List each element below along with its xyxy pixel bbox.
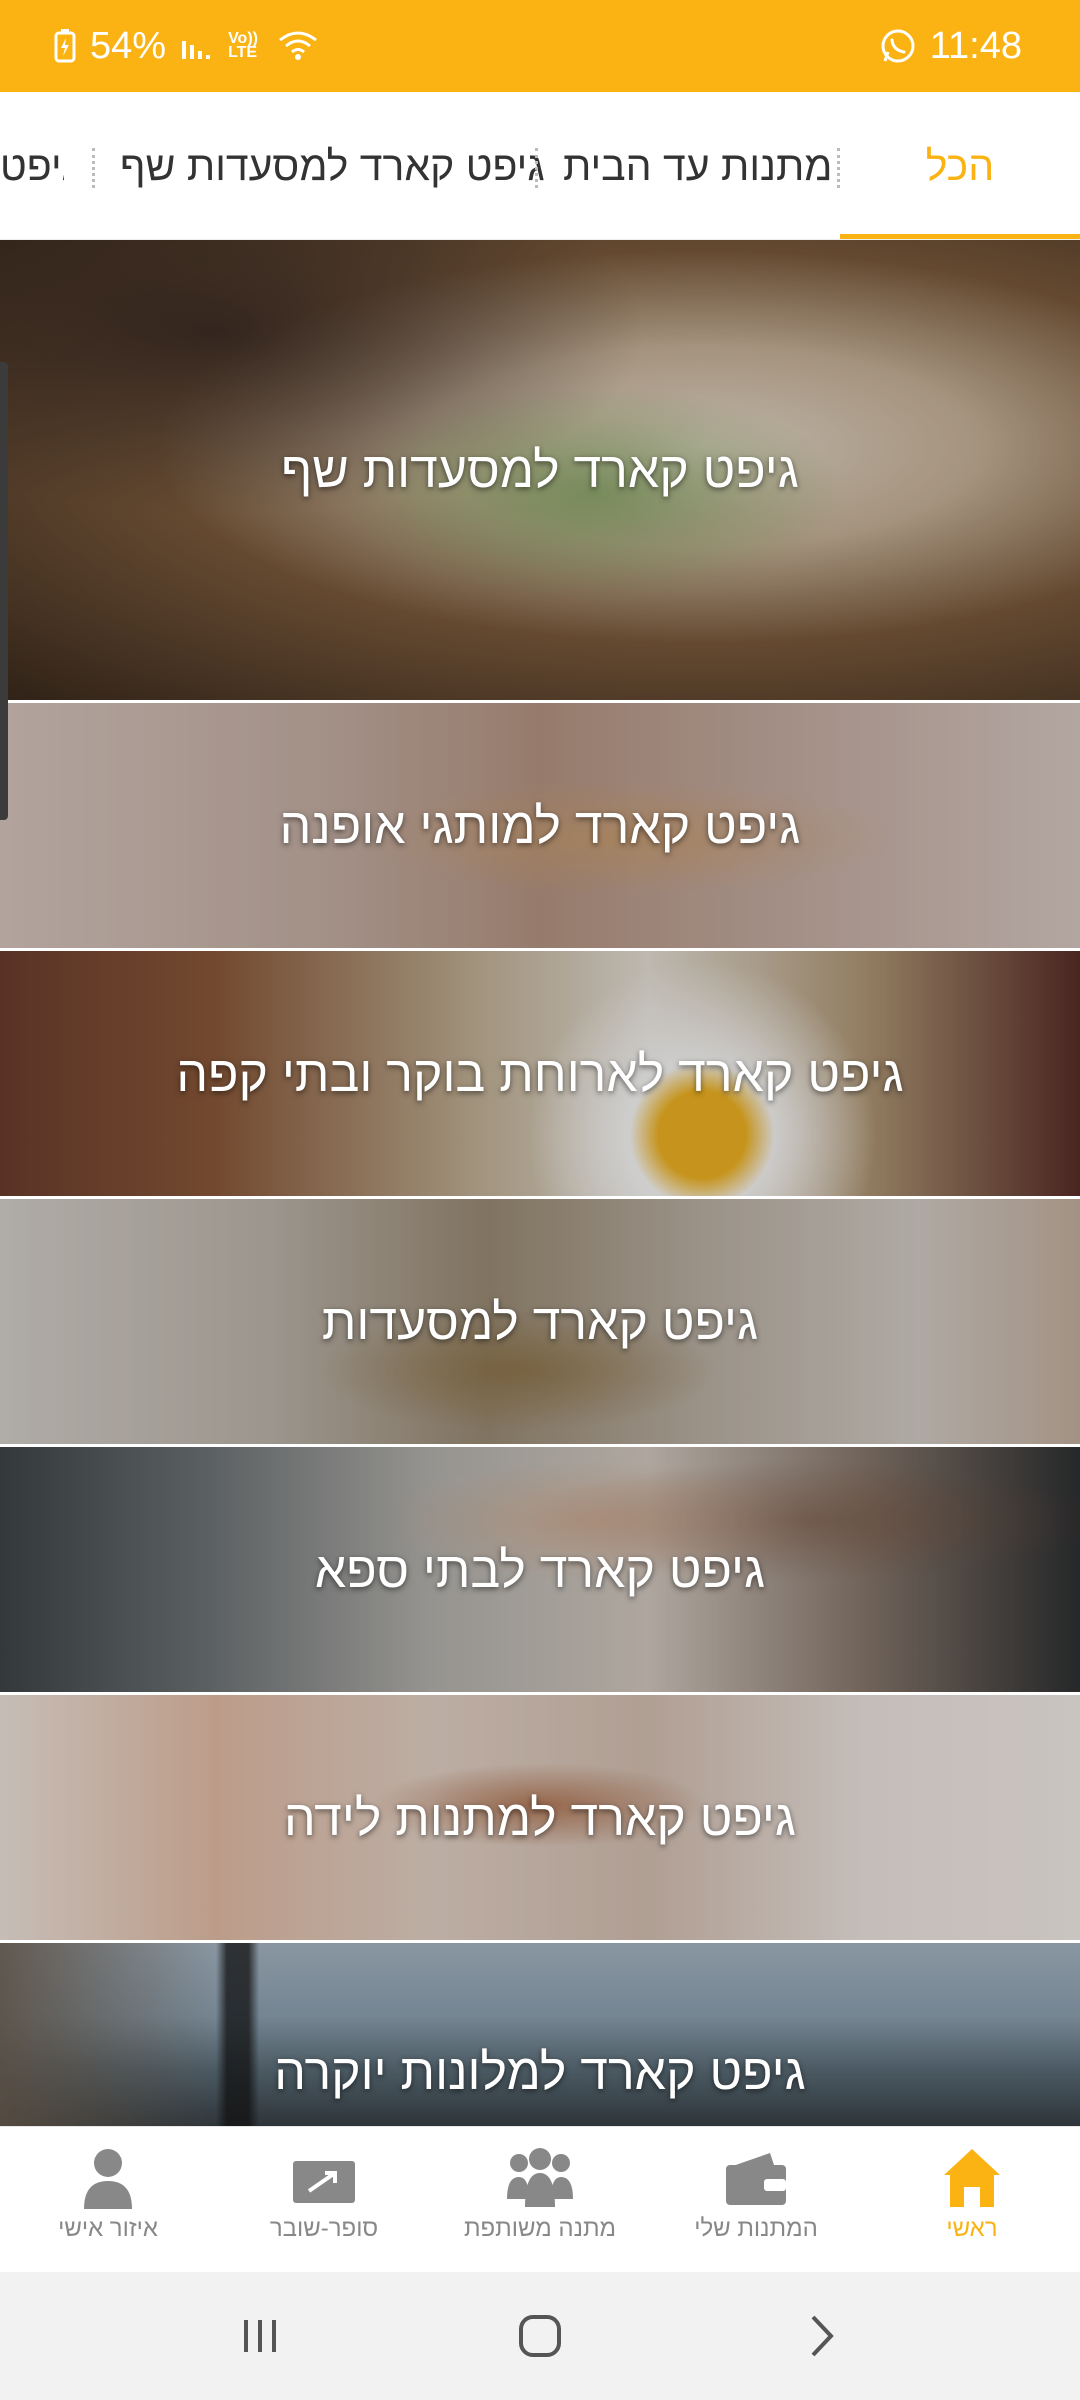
card-fashion-brands[interactable]: גיפט קארד למותגי אופנה — [0, 703, 1080, 948]
tab-gift-partial[interactable]: גיפט — [0, 92, 64, 239]
card-title: גיפט קארד למתנות לידה — [283, 1789, 796, 1846]
bottom-navigation: איזור אישי סופר-שובר מתנה משותפת המתנות … — [0, 2126, 1080, 2272]
back-button[interactable] — [762, 2272, 882, 2400]
home-square-icon — [519, 2315, 561, 2357]
gift-card-list: גיפט קארד למסעדות שף גיפט קארד למותגי או… — [0, 240, 1080, 2126]
home-icon — [944, 2149, 1000, 2207]
recent-apps-icon — [244, 2320, 276, 2352]
home-button[interactable] — [480, 2272, 600, 2400]
signal-icon — [180, 31, 214, 61]
card-title: גיפט קארד לבתי ספא — [314, 1541, 766, 1598]
voucher-icon — [293, 2161, 355, 2203]
nav-personal-area[interactable]: איזור אישי — [0, 2127, 216, 2273]
card-title: גיפט קארד למסעדות שף — [281, 442, 799, 498]
tab-chef-restaurants[interactable]: גיפט קארד למסעדות שף — [120, 92, 545, 239]
nav-label: סופר-שובר — [269, 2215, 379, 2242]
person-icon — [84, 2149, 132, 2209]
card-chef-restaurants[interactable]: גיפט קארד למסעדות שף — [0, 240, 1080, 700]
nav-super-voucher[interactable]: סופר-שובר — [216, 2127, 432, 2273]
recent-apps-button[interactable] — [200, 2272, 320, 2400]
wifi-icon — [278, 30, 318, 62]
tab-separator — [92, 148, 95, 188]
group-icon — [507, 2148, 573, 2207]
status-bar: 54% Vo)) LTE 11:48 — [0, 0, 1080, 92]
card-luxury-hotels[interactable]: גיפט קארד למלונות יוקרה — [0, 1943, 1080, 2126]
whatsapp-icon — [880, 28, 916, 64]
nav-label: ראשי — [946, 2215, 998, 2242]
tab-all[interactable]: הכל — [840, 92, 1080, 239]
tab-home-delivery[interactable]: מתנות עד הבית — [563, 92, 832, 239]
card-restaurants[interactable]: גיפט קארד למסעדות — [0, 1199, 1080, 1444]
clock: 11:48 — [929, 24, 1022, 67]
card-title: גיפט קארד למלונות יוקרה — [274, 2044, 806, 2100]
nav-home[interactable]: ראשי — [864, 2127, 1080, 2273]
card-breakfast-cafes[interactable]: גיפט קארד לארוחת בוקר ובתי קפה — [0, 951, 1080, 1196]
nav-label: המתנות שלי — [694, 2215, 818, 2242]
nav-label: מתנה משותפת — [463, 2215, 617, 2242]
status-right: 11:48 — [880, 25, 1022, 68]
system-navigation-bar — [0, 2272, 1080, 2400]
volte-indicator: Vo)) LTE — [228, 30, 258, 61]
scroll-indicator[interactable] — [0, 362, 8, 820]
status-left: 54% Vo)) LTE — [54, 25, 318, 68]
card-title: גיפט קארד למותגי אופנה — [279, 797, 801, 854]
tab-separator — [535, 148, 538, 188]
nav-my-gifts[interactable]: המתנות שלי — [648, 2127, 864, 2273]
card-title: גיפט קארד לארוחת בוקר ובתי קפה — [176, 1045, 904, 1102]
chevron-right-icon — [811, 2315, 834, 2357]
card-baby-gifts[interactable]: גיפט קארד למתנות לידה — [0, 1695, 1080, 1940]
nav-label: איזור אישי — [58, 2215, 158, 2242]
battery-level: 54% — [90, 24, 167, 67]
wallet-icon — [726, 2153, 786, 2205]
battery-icon — [54, 29, 76, 63]
card-spas[interactable]: גיפט קארד לבתי ספא — [0, 1447, 1080, 1692]
nav-shared-gift[interactable]: מתנה משותפת — [432, 2127, 648, 2273]
card-title: גיפט קארד למסעדות — [321, 1293, 759, 1350]
category-tab-bar: גיפט גיפט קארד למסעדות שף מתנות עד הבית … — [0, 92, 1080, 240]
